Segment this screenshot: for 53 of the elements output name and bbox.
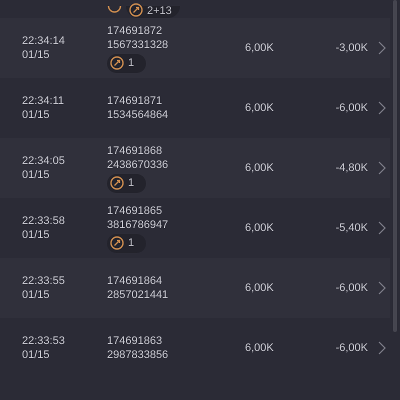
date-text: 01/15 [22,168,50,182]
count-badge: 1 [107,54,146,72]
amount-text: 6,00K [245,340,275,356]
time-text: 22:34:05 [22,154,65,168]
transaction-row[interactable]: 22:34:05 01/15 174691868 2438670336 1 6,00K -4,80K [0,138,390,198]
amount-text: 6,00K [245,160,275,176]
amount-text: 6,00K [245,220,275,236]
chevron-right-icon [378,101,386,115]
transaction-row[interactable]: 22:33:55 01/15 174691864 2857021441 6,00K -6,00K [0,258,390,318]
reference-text: 2438670336 [107,158,168,172]
time-text: 22:33:58 [22,214,65,228]
result-text: -6,00K [334,340,368,356]
date-text: 01/15 [22,228,50,242]
order-id-text: 174691872 [107,24,162,38]
order-id-text: 174691871 [107,94,162,108]
coin-icon [110,176,124,190]
order-id-text: 174691863 [107,334,162,348]
transaction-row[interactable]: 22:34:14 01/15 174691872 1567331328 1 6,00K -3,00K [0,18,390,78]
result-text: -6,00K [334,100,368,116]
amount-text: 6,00K [245,40,275,56]
reference-text: 1567331328 [107,38,168,52]
reference-text: 1534564864 [107,108,168,122]
time-text: 22:34:11 [22,94,64,108]
result-text: -4,80K [334,160,368,176]
time-text: 22:34:14 [22,34,65,48]
amount-text: 6,00K [245,100,275,116]
coin-icon [129,3,143,17]
date-text: 01/15 [22,108,50,122]
order-id-text: 174691864 [107,274,162,288]
reference-text: 2857021441 [107,288,168,302]
chevron-right-icon [378,41,386,55]
chevron-right-icon [378,161,386,175]
reference-text: 2987833856 [107,348,168,362]
coin-icon [110,236,124,250]
count-badge: 1 [107,234,146,252]
result-text: -5,40K [334,220,368,236]
result-text: -3,00K [334,40,368,56]
order-id-text: 174691868 [107,144,162,158]
time-text: 22:33:53 [22,334,65,348]
chevron-right-icon [378,221,386,235]
result-text: -6,00K [334,280,368,296]
count-badge: 1 [107,174,146,192]
amount-text: 6,00K [245,280,275,296]
order-id-text: 174691865 [107,204,162,218]
chevron-right-icon [378,281,386,295]
coin-icon [110,56,124,70]
count-badge: 2+13 [126,6,180,18]
chevron-right-icon [378,341,386,355]
date-text: 01/15 [22,288,50,302]
date-text: 01/15 [22,48,50,62]
date-text: 01/15 [22,348,50,362]
reference-text: 3816786947 [107,218,168,232]
time-text: 22:33:55 [22,274,65,288]
